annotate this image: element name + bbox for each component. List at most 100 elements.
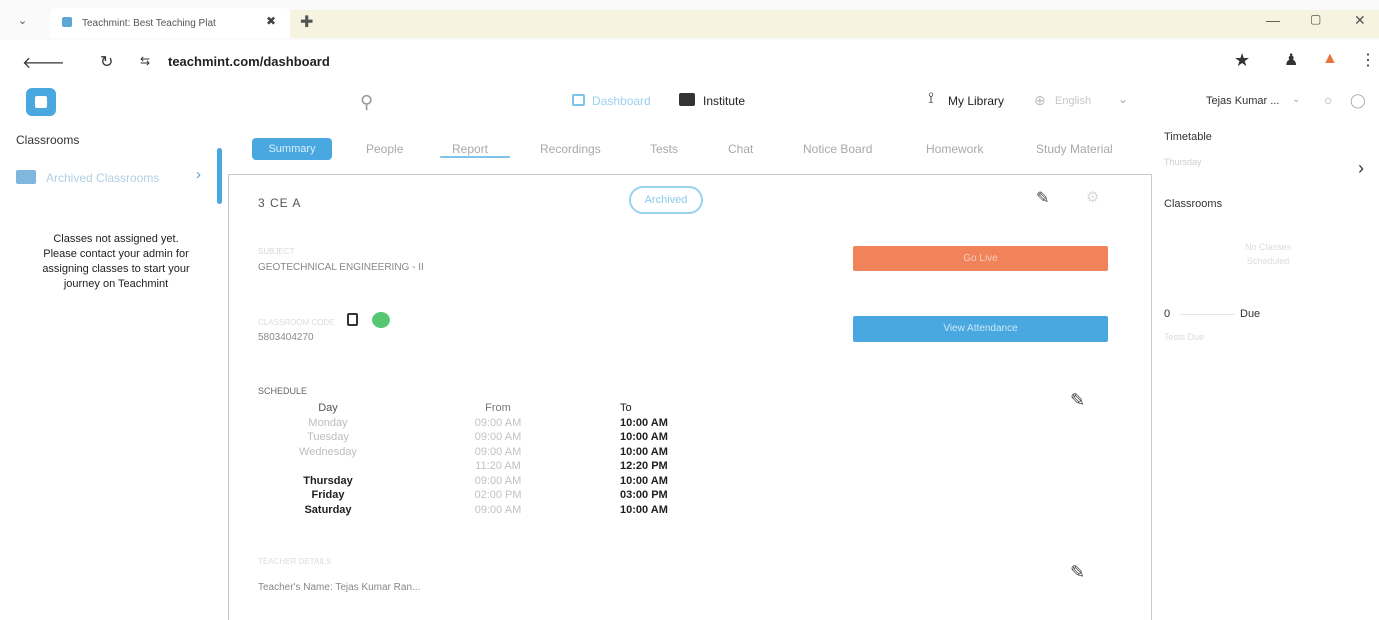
schedule-row: Monday 09:00 AM 10:00 AM bbox=[258, 417, 698, 432]
right-classrooms-heading: Classrooms bbox=[1164, 198, 1223, 210]
schedule-to: 12:20 PM bbox=[620, 460, 668, 472]
schedule-header-from: From bbox=[485, 402, 511, 414]
window-maximize-icon[interactable]: ▢ bbox=[1310, 12, 1321, 26]
tab-report-underline bbox=[440, 156, 510, 158]
schedule-row: Saturday 09:00 AM 10:00 AM bbox=[258, 504, 698, 519]
schedule-day: Thursday bbox=[303, 474, 353, 487]
tab-title: Teachmint: Best Teaching Plat bbox=[82, 18, 216, 29]
notice-line: journey on Teachmint bbox=[63, 278, 169, 290]
tab-summary[interactable]: Summary bbox=[252, 138, 332, 160]
nav-institute[interactable]: Institute bbox=[703, 94, 745, 108]
schedule-row: Wednesday 09:00 AM 10:00 AM bbox=[258, 446, 698, 461]
tab-search-icon[interactable]: ⌄ bbox=[18, 14, 27, 27]
new-tab-icon[interactable]: ✚ bbox=[300, 12, 313, 32]
institute-icon bbox=[679, 93, 695, 106]
schedule-from: 09:00 AM bbox=[474, 445, 522, 458]
no-classes-scheduled: No Classes Scheduled bbox=[1244, 242, 1291, 266]
schedule-from: 09:00 AM bbox=[474, 474, 522, 487]
schedule-day: Tuesday bbox=[307, 431, 349, 443]
teacher-details-label: TEACHER DETAILS bbox=[258, 557, 332, 566]
due-count: 0 bbox=[1164, 308, 1171, 320]
language-icon: ⊕ bbox=[1034, 92, 1046, 108]
status-badge: Archived bbox=[629, 186, 703, 214]
timetable-day: Thursday bbox=[1164, 157, 1202, 167]
schedule-header-row: Day From To bbox=[258, 402, 698, 417]
reload-icon[interactable]: ↻ bbox=[100, 52, 113, 72]
chevron-down-icon[interactable]: ⌄ bbox=[1292, 94, 1300, 105]
no-classes-notice: Classes not assigned yet. Please contact… bbox=[16, 232, 216, 292]
edit-schedule-icon[interactable]: ✎ bbox=[1070, 390, 1085, 411]
dashboard-icon bbox=[572, 94, 585, 106]
edit-icon[interactable]: ✎ bbox=[1036, 188, 1049, 208]
tab-homework[interactable]: Homework bbox=[926, 142, 983, 156]
notice-line: assigning classes to start your bbox=[42, 263, 190, 275]
extensions-icon[interactable]: ♟ bbox=[1284, 50, 1298, 70]
schedule-to: 10:00 AM bbox=[620, 474, 668, 487]
settings-icon[interactable]: ⚙ bbox=[1086, 188, 1099, 206]
site-info-icon[interactable]: ⇆ bbox=[140, 54, 150, 68]
schedule-row: Friday 02:00 PM 03:00 PM bbox=[258, 489, 698, 504]
bookmark-star-icon[interactable]: ★ bbox=[1234, 50, 1250, 71]
tab-tests[interactable]: Tests bbox=[650, 142, 678, 156]
teachmint-logo[interactable] bbox=[26, 88, 56, 116]
language-select[interactable]: English bbox=[1055, 95, 1091, 107]
profile-icon[interactable]: ▲ bbox=[1322, 50, 1338, 68]
nav-dashboard[interactable]: Dashboard bbox=[592, 94, 651, 108]
schedule-from: 02:00 PM bbox=[474, 489, 522, 501]
go-live-button[interactable]: Go Live bbox=[853, 246, 1108, 271]
chevron-right-icon[interactable]: › bbox=[196, 166, 201, 183]
due-divider bbox=[1180, 314, 1235, 315]
library-icon: ⟟ bbox=[928, 90, 934, 107]
address-bar-url[interactable]: teachmint.com/dashboard bbox=[168, 54, 330, 69]
chevron-down-icon[interactable]: ⌄ bbox=[1118, 92, 1128, 106]
schedule-row: Tuesday 09:00 AM 10:00 AM bbox=[258, 431, 698, 446]
schedule-from: 09:00 AM bbox=[474, 416, 522, 429]
whatsapp-share-icon[interactable] bbox=[372, 312, 390, 328]
schedule-day: Wednesday bbox=[299, 445, 357, 458]
subject-label: SUBJECT bbox=[258, 247, 295, 256]
schedule-label: SCHEDULE bbox=[258, 386, 308, 396]
browser-menu-icon[interactable]: ⋮ bbox=[1360, 50, 1376, 70]
copy-icon[interactable] bbox=[347, 313, 358, 326]
search-icon[interactable]: ⚲ bbox=[360, 92, 373, 113]
classroom-name: 3 CE A bbox=[258, 196, 302, 210]
schedule-day: Monday bbox=[308, 416, 348, 429]
window-minimize-icon[interactable]: — bbox=[1266, 12, 1280, 28]
schedule-row: 11:20 AM 12:20 PM bbox=[258, 460, 698, 475]
tab-notice-board[interactable]: Notice Board bbox=[803, 142, 872, 156]
schedule-to: 03:00 PM bbox=[620, 489, 668, 501]
class-code-label: CLASSROOM CODE bbox=[258, 318, 335, 327]
due-label: Due bbox=[1240, 308, 1261, 320]
notice-line: Classes not assigned yet. bbox=[53, 233, 179, 245]
schedule-to: 10:00 AM bbox=[620, 503, 668, 516]
back-arrow-icon[interactable]: 🡐 bbox=[22, 52, 65, 73]
help-icon[interactable]: ◯ bbox=[1350, 92, 1366, 109]
schedule-from: 09:00 AM bbox=[474, 431, 522, 443]
classroom-summary-card bbox=[228, 174, 1152, 620]
view-attendance-button[interactable]: View Attendance bbox=[853, 316, 1108, 342]
schedule-table: Day From To Monday 09:00 AM 10:00 AM Tue… bbox=[258, 402, 698, 518]
tab-close-icon[interactable]: ✖ bbox=[266, 14, 276, 28]
tests-due-label: Tests Due bbox=[1164, 332, 1205, 342]
tab-report[interactable]: Report bbox=[452, 142, 488, 156]
classrooms-heading: Classrooms bbox=[16, 133, 80, 147]
chevron-right-icon[interactable]: › bbox=[1358, 158, 1364, 179]
tab-favicon-icon bbox=[62, 17, 72, 27]
schedule-from: 11:20 AM bbox=[475, 460, 521, 472]
subject-value: GEOTECHNICAL ENGINEERING - II bbox=[258, 262, 424, 273]
archive-icon bbox=[16, 170, 36, 184]
class-code-value: 5803404270 bbox=[258, 332, 314, 343]
notification-bell-icon[interactable]: ○ bbox=[1324, 92, 1332, 108]
selection-indicator bbox=[217, 148, 222, 204]
schedule-row: Thursday 09:00 AM 10:00 AM bbox=[258, 475, 698, 490]
window-close-icon[interactable]: ✕ bbox=[1354, 12, 1366, 29]
archived-classrooms-link[interactable]: Archived Classrooms bbox=[46, 171, 159, 185]
tab-chat[interactable]: Chat bbox=[728, 142, 753, 156]
user-menu[interactable]: Tejas Kumar ... bbox=[1206, 95, 1279, 107]
nav-my-library[interactable]: My Library bbox=[948, 94, 1004, 108]
tab-study-material[interactable]: Study Material bbox=[1036, 142, 1113, 156]
tab-people[interactable]: People bbox=[366, 142, 403, 156]
edit-teachers-icon[interactable]: ✎ bbox=[1070, 562, 1085, 583]
tab-recordings[interactable]: Recordings bbox=[540, 142, 601, 156]
schedule-to: 10:00 AM bbox=[620, 416, 668, 429]
